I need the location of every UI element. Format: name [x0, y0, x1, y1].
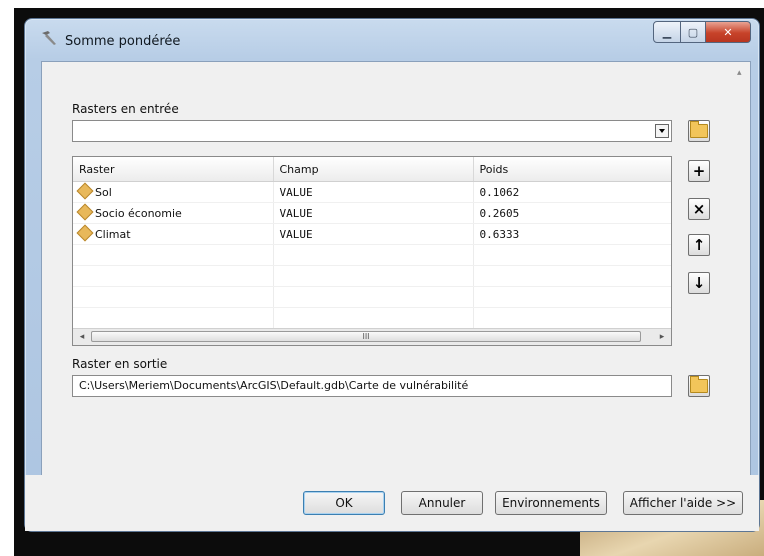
- ok-button[interactable]: OK: [303, 491, 385, 515]
- caption-buttons: ▁ ▢ ✕: [653, 21, 751, 45]
- minimize-icon: ▁: [662, 25, 672, 39]
- scroll-thumb-grip-icon: III: [362, 332, 370, 341]
- move-down-button[interactable]: ↓: [688, 272, 710, 294]
- arrow-up-icon: ↑: [692, 236, 706, 254]
- raster-layer-icon: [76, 224, 94, 242]
- scroll-left-icon[interactable]: ◂: [75, 331, 89, 343]
- poids-cell[interactable]: 0.2605: [473, 202, 671, 224]
- close-button[interactable]: ✕: [706, 21, 751, 43]
- dialog-client-area: Rasters en entrée Raster Champ Poids Sol…: [41, 61, 751, 509]
- maximize-icon: ▢: [687, 25, 699, 39]
- cancel-button[interactable]: Annuler: [401, 491, 483, 515]
- champ-cell[interactable]: VALUE: [273, 181, 474, 203]
- environments-button[interactable]: Environnements: [495, 491, 607, 515]
- title-bar[interactable]: Somme pondérée ▁ ▢ ✕: [25, 19, 759, 53]
- screenshot-frame: Somme pondérée ▁ ▢ ✕ Rasters en entrée R…: [0, 0, 764, 556]
- empty-table-row: [73, 244, 671, 266]
- poids-cell[interactable]: 0.6333: [473, 223, 671, 245]
- raster-layer-icon: [76, 203, 94, 221]
- raster-name: Socio économie: [95, 207, 182, 220]
- raster-cell[interactable]: Socio économie: [73, 202, 274, 224]
- scroll-thumb[interactable]: III: [91, 331, 641, 342]
- folder-icon: [690, 376, 708, 393]
- remove-icon: ×: [692, 200, 706, 218]
- table-header-row: Raster Champ Poids: [73, 157, 671, 182]
- input-rasters-label: Rasters en entrée: [72, 102, 179, 116]
- table-row[interactable]: Socio économie VALUE 0.2605: [73, 202, 671, 224]
- raster-layer-icon: [76, 182, 94, 200]
- vertical-scrollbar[interactable]: ▴ ▾: [734, 62, 750, 508]
- column-header-raster[interactable]: Raster: [73, 157, 274, 182]
- dropdown-arrow-icon[interactable]: [655, 124, 669, 138]
- empty-table-row: [73, 265, 671, 287]
- table-row[interactable]: Sol VALUE 0.1062: [73, 181, 671, 203]
- remove-raster-button[interactable]: ×: [688, 198, 710, 220]
- raster-cell[interactable]: Sol: [73, 181, 274, 203]
- champ-cell[interactable]: VALUE: [273, 202, 474, 224]
- arrow-down-icon: ↓: [692, 274, 706, 292]
- raster-cell[interactable]: Climat: [73, 223, 274, 245]
- move-up-button[interactable]: ↑: [688, 234, 710, 256]
- dialog-window: Somme pondérée ▁ ▢ ✕ Rasters en entrée R…: [24, 18, 760, 532]
- browse-input-button[interactable]: [688, 120, 710, 142]
- add-raster-button[interactable]: +: [688, 160, 710, 182]
- window-title: Somme pondérée: [65, 34, 181, 49]
- scroll-up-icon[interactable]: ▴: [737, 68, 742, 78]
- column-header-champ[interactable]: Champ: [273, 157, 474, 182]
- column-header-poids[interactable]: Poids: [473, 157, 671, 182]
- browse-output-button[interactable]: [688, 375, 710, 397]
- folder-icon: [690, 121, 708, 138]
- rasters-table[interactable]: Raster Champ Poids Sol VALUE 0.1062 Soci…: [72, 156, 672, 346]
- input-rasters-combo[interactable]: [72, 120, 672, 142]
- output-raster-field[interactable]: C:\Users\Meriem\Documents\ArcGIS\Default…: [72, 375, 672, 397]
- output-raster-label: Raster en sortie: [72, 357, 168, 371]
- scroll-right-icon[interactable]: ▸: [655, 331, 669, 343]
- dialog-button-bar: OK Annuler Environnements Afficher l'aid…: [25, 475, 759, 531]
- horizontal-scrollbar[interactable]: ◂ III ▸: [73, 328, 671, 345]
- empty-table-row: [73, 307, 671, 329]
- show-help-button[interactable]: Afficher l'aide >>: [623, 491, 743, 515]
- maximize-button[interactable]: ▢: [681, 21, 706, 43]
- poids-cell[interactable]: 0.1062: [473, 181, 671, 203]
- table-row[interactable]: Climat VALUE 0.6333: [73, 223, 671, 245]
- plus-icon: +: [692, 162, 706, 180]
- raster-name: Climat: [95, 228, 131, 241]
- close-icon: ✕: [723, 25, 733, 39]
- empty-table-row: [73, 286, 671, 308]
- minimize-button[interactable]: ▁: [653, 21, 681, 43]
- raster-name: Sol: [95, 186, 112, 199]
- hammer-icon: [42, 31, 56, 45]
- champ-cell[interactable]: VALUE: [273, 223, 474, 245]
